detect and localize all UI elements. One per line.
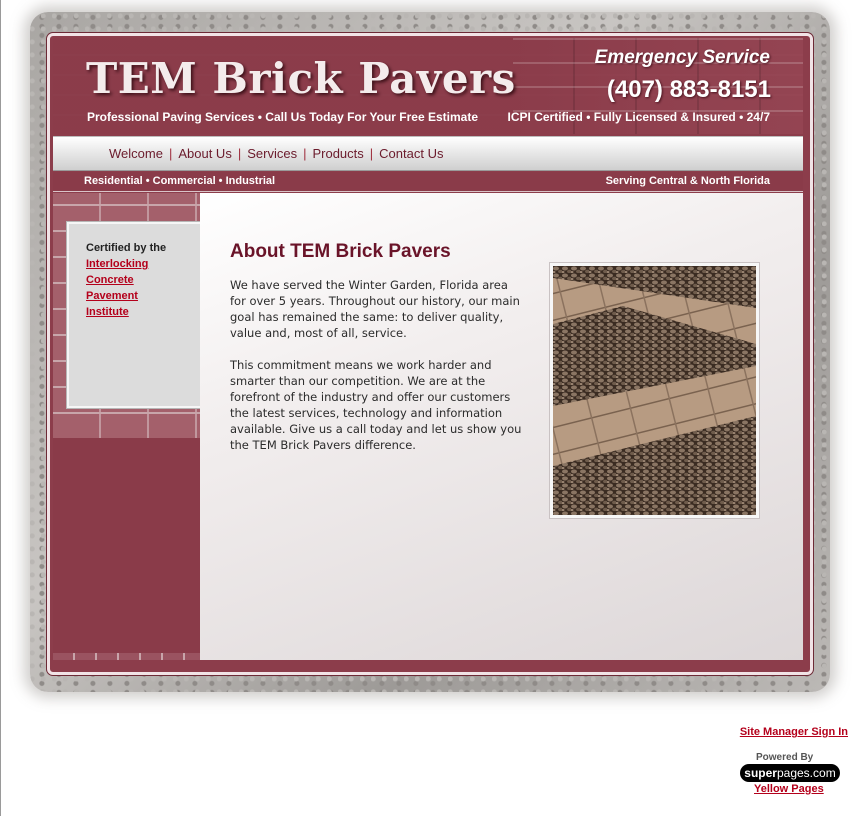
nav-separator: | <box>369 146 374 161</box>
phone-number: (407) 883-8151 <box>606 76 771 103</box>
nav-contact-us[interactable]: Contact Us <box>379 146 443 161</box>
certifications-text: ICPI Certified • Fully Licensed & Insure… <box>507 110 770 124</box>
nav-services[interactable]: Services <box>247 146 297 161</box>
icpi-link-line-1[interactable]: Interlocking <box>86 258 148 270</box>
commitment-paragraph: This commitment means we work harder and… <box>230 358 522 452</box>
page-title: About TEM Brick Pavers <box>230 241 451 262</box>
sub-header-strip: Residential • Commercial • Industrial Se… <box>53 172 803 192</box>
nav-separator: | <box>237 146 242 161</box>
page-left-border <box>0 0 1 816</box>
pavers-photo-graphic <box>553 266 756 515</box>
site-header: TEM Brick Pavers Professional Paving Ser… <box>53 38 803 134</box>
nav-welcome[interactable]: Welcome <box>109 146 163 161</box>
superpages-logo[interactable]: superpages.com <box>740 764 840 782</box>
sidebar-brick-edge <box>53 653 200 660</box>
icpi-link-line-2[interactable]: Concrete <box>86 274 134 286</box>
header-tagline: Professional Paving Services • Call Us T… <box>87 110 479 124</box>
pavers-photo <box>550 263 759 518</box>
yellow-pages-link[interactable]: Yellow Pages <box>754 783 824 795</box>
powered-by-label: Powered By <box>756 752 814 763</box>
nav-separator: | <box>168 146 173 161</box>
icpi-link-line-3[interactable]: Pavement <box>86 290 138 302</box>
icpi-link-line-4[interactable]: Institute <box>86 306 129 318</box>
nav-products[interactable]: Products <box>312 146 363 161</box>
main-content: About TEM Brick Pavers We have served th… <box>200 193 803 660</box>
market-segments: Residential • Commercial • Industrial <box>84 175 276 187</box>
main-nav: Welcome | About Us | Services | Products… <box>53 136 803 171</box>
nav-separator: | <box>303 146 307 161</box>
site-title: TEM Brick Pavers <box>86 54 516 103</box>
emergency-service-label: Emergency Service <box>594 47 770 68</box>
service-area: Serving Central & North Florida <box>605 175 770 187</box>
superpages-logo-bold: super <box>744 766 777 780</box>
cert-intro-text: Certified by the <box>86 242 167 254</box>
site-manager-sign-in-link[interactable]: Site Manager Sign In <box>740 726 848 738</box>
intro-paragraph: We have served the Winter Garden, Florid… <box>230 278 520 340</box>
certification-box: Certified by the Interlocking Concrete P… <box>67 222 204 408</box>
superpages-logo-rest: pages.com <box>776 766 836 780</box>
nav-about-us[interactable]: About Us <box>178 146 231 161</box>
nav-links: Welcome | About Us | Services | Products… <box>109 146 443 161</box>
